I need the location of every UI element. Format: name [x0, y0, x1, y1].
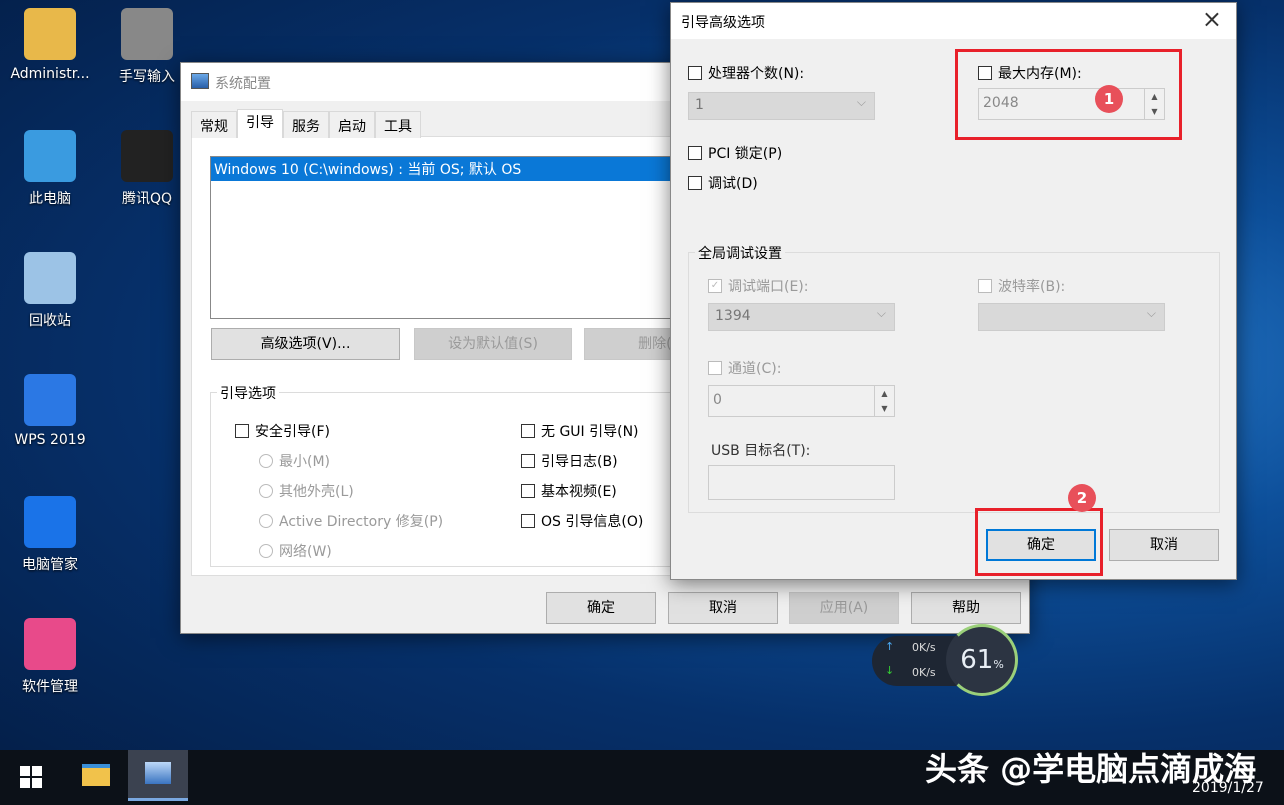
upload-arrow-icon: ↑	[885, 640, 894, 653]
tab-0[interactable]: 常规	[191, 111, 237, 138]
title-bar[interactable]: 引导高级选项 ×	[671, 3, 1236, 39]
desktop-icon[interactable]: 回收站	[5, 252, 95, 330]
boot-log-checkbox[interactable]: 引导日志(B)	[521, 451, 618, 471]
upload-speed: 0K/s	[912, 641, 936, 654]
spin-arrows: ▲▼	[874, 386, 894, 416]
download-speed: 0K/s	[912, 666, 936, 679]
network-radio: 网络(W)	[259, 541, 332, 561]
desktop-icon-label: 此电脑	[29, 191, 71, 207]
safe-boot-checkbox[interactable]: 安全引导(F)	[235, 421, 330, 441]
no-gui-checkbox[interactable]: 无 GUI 引导(N)	[521, 421, 639, 441]
group-title: 全局调试设置	[695, 243, 785, 263]
desktop-icon-label: 腾讯QQ	[122, 191, 172, 207]
usb-target-input	[708, 465, 895, 500]
software-manager-icon	[24, 618, 76, 670]
start-windows-icon[interactable]	[20, 766, 42, 788]
desktop-icon[interactable]: 软件管理	[5, 618, 95, 696]
desktop-icon-label: WPS 2019	[14, 432, 85, 448]
dialog-title: 引导高级选项	[681, 12, 765, 32]
desktop-icon-label: 软件管理	[22, 679, 78, 695]
clock-date[interactable]: 2019/1/27	[1192, 780, 1264, 796]
window-title: 系统配置	[215, 73, 271, 93]
set-default-button: 设为默认值(S)	[414, 328, 572, 360]
handwriting-icon	[121, 8, 173, 60]
baud-rate-checkbox: 波特率(B):	[978, 276, 1065, 296]
desktop-icon-label: 回收站	[29, 313, 71, 329]
desktop-icon[interactable]: 腾讯QQ	[102, 130, 192, 208]
desktop-icon[interactable]: 电脑管家	[5, 496, 95, 574]
taskbar: 头条 @学电脑点滴成海 2019/1/27	[0, 750, 1284, 805]
annotation-badge-2: 2	[1068, 484, 1096, 512]
tab-2[interactable]: 服务	[283, 111, 329, 138]
close-icon[interactable]: ×	[1202, 5, 1222, 33]
ok-button[interactable]: 确定	[546, 592, 656, 624]
desktop-icon[interactable]: WPS 2019	[5, 374, 95, 448]
alt-shell-radio: 其他外壳(L)	[259, 481, 354, 501]
qq-penguin-icon	[121, 130, 173, 182]
baud-rate-select	[978, 303, 1165, 331]
channel-checkbox: 通道(C):	[708, 358, 781, 378]
desktop-icon-label: Administr...	[10, 66, 89, 82]
desktop-icon-label: 电脑管家	[22, 557, 78, 573]
usb-target-label: USB 目标名(T):	[708, 440, 813, 460]
debug-checkbox[interactable]: 调试(D)	[688, 173, 758, 193]
base-video-checkbox[interactable]: 基本视频(E)	[521, 481, 617, 501]
cancel-button[interactable]: 取消	[668, 592, 778, 624]
percent-sign: %	[993, 658, 1003, 671]
channel-input: 0▲▼	[708, 385, 895, 417]
recycle-bin-icon	[24, 252, 76, 304]
num-processors-select: 1	[688, 92, 875, 120]
num-processors-checkbox[interactable]: 处理器个数(N):	[688, 63, 804, 83]
annotation-badge-1: 1	[1095, 85, 1123, 113]
pci-lock-checkbox[interactable]: PCI 锁定(P)	[688, 143, 782, 163]
memory-usage-gauge[interactable]: 61%	[946, 624, 1018, 696]
os-boot-info-checkbox[interactable]: OS 引导信息(O)	[521, 511, 643, 531]
highlight-ok-button	[975, 508, 1103, 576]
advanced-options-button[interactable]: 高级选项(V)...	[211, 328, 400, 360]
desktop-icon[interactable]: 此电脑	[5, 130, 95, 208]
ad-repair-radio: Active Directory 修复(P)	[259, 511, 443, 531]
debug-port-select: 1394	[708, 303, 895, 331]
desktop-icon-label: 手写输入	[119, 69, 175, 85]
tab-3[interactable]: 启动	[329, 111, 375, 138]
cancel-button[interactable]: 取消	[1109, 529, 1219, 561]
global-debug-group: 全局调试设置 ✓调试端口(E): 1394 波特率(B): 通道(C): 0▲▼…	[688, 252, 1220, 513]
highlight-max-memory	[955, 49, 1182, 140]
group-title: 引导选项	[217, 383, 279, 403]
apply-button: 应用(A)	[789, 592, 899, 624]
desktop-icon[interactable]: Administr...	[5, 8, 95, 82]
help-button[interactable]: 帮助	[911, 592, 1021, 624]
user-folder-icon	[24, 8, 76, 60]
download-arrow-icon: ↓	[885, 664, 894, 677]
pc-manager-icon	[24, 496, 76, 548]
computer-icon	[24, 130, 76, 182]
memory-percent: 61	[960, 645, 993, 675]
tab-1[interactable]: 引导	[237, 109, 283, 138]
wps-icon	[24, 374, 76, 426]
file-explorer-icon[interactable]	[82, 764, 110, 786]
msconfig-taskbar-icon[interactable]	[128, 750, 188, 801]
tab-4[interactable]: 工具	[375, 111, 421, 138]
msconfig-icon	[191, 73, 209, 89]
debug-port-checkbox: ✓调试端口(E):	[708, 276, 809, 296]
desktop-icon[interactable]: 手写输入	[102, 8, 192, 86]
minimal-radio: 最小(M)	[259, 451, 330, 471]
